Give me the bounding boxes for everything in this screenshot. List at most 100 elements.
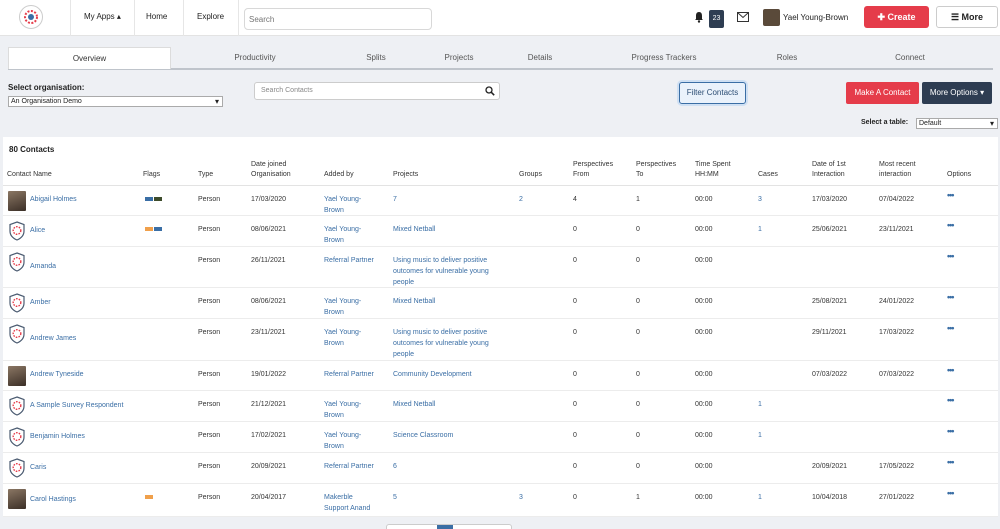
cases-link[interactable]: 1 bbox=[758, 399, 762, 410]
projects-link[interactable]: Mixed Netball bbox=[393, 224, 435, 235]
table-row[interactable]: Andrew James Person 23/11/2021 Yael Young- … bbox=[3, 319, 998, 361]
pagination-current-page[interactable] bbox=[437, 525, 453, 529]
added-by-link[interactable]: Referral Partner bbox=[324, 369, 374, 380]
projects-link[interactable]: Using music to deliver positive outcomes… bbox=[393, 255, 489, 288]
header-recent-interaction[interactable]: Most recent interaction bbox=[879, 160, 916, 180]
bell-icon[interactable] bbox=[694, 11, 704, 23]
table-row[interactable]: Amanda Person 26/11/2021 Referral Partner Us… bbox=[3, 247, 998, 288]
added-by-link[interactable]: Yael Young- Brown bbox=[324, 194, 361, 216]
tab-details[interactable]: Details bbox=[510, 47, 570, 69]
added-by-link[interactable]: Yael Young- Brown bbox=[324, 296, 361, 318]
table-row[interactable]: A Sample Survey Respondent Person 21/12/20… bbox=[3, 391, 998, 422]
added-by-link[interactable]: Makerble Support Anand bbox=[324, 492, 370, 514]
pagination[interactable] bbox=[386, 524, 512, 529]
user-name[interactable]: Yael Young-Brown bbox=[783, 13, 848, 22]
row-options-icon[interactable]: ••• bbox=[947, 365, 955, 375]
header-first-interaction[interactable]: Date of 1st Interaction bbox=[812, 160, 846, 180]
groups-link[interactable]: 3 bbox=[519, 492, 523, 503]
row-options-icon[interactable]: ••• bbox=[947, 395, 955, 405]
notification-count-badge[interactable]: 23 bbox=[709, 10, 724, 28]
added-by-link[interactable]: Yael Young- Brown bbox=[324, 399, 361, 421]
tab-projects[interactable]: Projects bbox=[429, 47, 489, 69]
cases-link[interactable]: 1 bbox=[758, 224, 762, 235]
contact-name-link[interactable]: Benjamin Holmes bbox=[30, 433, 85, 440]
more-button[interactable]: ☰ More bbox=[936, 6, 998, 28]
header-added-by[interactable]: Added by bbox=[324, 170, 354, 180]
projects-link[interactable]: Mixed Netball bbox=[393, 399, 435, 410]
row-options-icon[interactable]: ••• bbox=[947, 220, 955, 230]
contact-name-link[interactable]: Caris bbox=[30, 464, 46, 471]
my-apps-menu[interactable]: My Apps ▴ bbox=[84, 12, 121, 21]
projects-link[interactable]: 5 bbox=[393, 492, 397, 503]
nav-home[interactable]: Home bbox=[146, 12, 167, 21]
tab-roles[interactable]: Roles bbox=[757, 47, 817, 69]
flag-icon[interactable] bbox=[145, 495, 153, 500]
projects-link[interactable]: Science Classroom bbox=[393, 430, 453, 441]
header-perspectives-from[interactable]: Perspectives From bbox=[573, 160, 613, 180]
contact-name-link[interactable]: Andrew Tyneside bbox=[30, 371, 84, 378]
contact-name-link[interactable]: Carol Hastings bbox=[30, 496, 76, 503]
table-row[interactable]: Andrew Tyneside Person 19/01/2022 Referral … bbox=[3, 361, 998, 391]
mail-icon[interactable] bbox=[737, 12, 749, 22]
more-options-button[interactable]: More Options ▾ bbox=[922, 82, 992, 104]
filter-contacts-button[interactable]: Filter Contacts bbox=[679, 82, 746, 104]
row-options-icon[interactable]: ••• bbox=[947, 457, 955, 467]
header-type[interactable]: Type bbox=[198, 170, 213, 180]
tab-overview[interactable]: Overview bbox=[8, 47, 171, 69]
contact-name-link[interactable]: Andrew James bbox=[30, 335, 76, 342]
organisation-select[interactable]: An Organisation Demo bbox=[8, 96, 223, 107]
tab-productivity[interactable]: Productivity bbox=[205, 47, 305, 69]
table-row[interactable]: Benjamin Holmes Person 17/02/2021 Yael Youn… bbox=[3, 422, 998, 453]
added-by-link[interactable]: Referral Partner bbox=[324, 461, 374, 472]
row-options-icon[interactable]: ••• bbox=[947, 426, 955, 436]
projects-link[interactable]: 7 bbox=[393, 194, 397, 205]
projects-link[interactable]: Mixed Netball bbox=[393, 296, 435, 307]
global-search-input[interactable] bbox=[244, 8, 432, 30]
header-groups[interactable]: Groups bbox=[519, 170, 542, 180]
added-by-link[interactable]: Yael Young- Brown bbox=[324, 430, 361, 452]
create-button[interactable]: ✚ Create bbox=[864, 6, 929, 28]
header-projects[interactable]: Projects bbox=[393, 170, 418, 180]
header-time-spent[interactable]: Time Spent HH:MM bbox=[695, 160, 731, 180]
flag-icon[interactable] bbox=[145, 227, 153, 232]
projects-link[interactable]: Using music to deliver positive outcomes… bbox=[393, 327, 489, 360]
app-logo[interactable] bbox=[19, 5, 43, 29]
contact-name-link[interactable]: Abigail Holmes bbox=[30, 196, 77, 203]
flag-icon[interactable] bbox=[154, 197, 162, 202]
cases-link[interactable]: 1 bbox=[758, 430, 762, 441]
table-row[interactable]: Alice Person 08/06/2021 Yael Young- Brown Mi… bbox=[3, 216, 998, 247]
cases-link[interactable]: 1 bbox=[758, 492, 762, 503]
tab-splits[interactable]: Splits bbox=[346, 47, 406, 69]
contact-name-link[interactable]: Alice bbox=[30, 227, 45, 234]
projects-link[interactable]: 6 bbox=[393, 461, 397, 472]
contact-search-input[interactable]: Search Contacts bbox=[254, 82, 500, 100]
flag-icon[interactable] bbox=[145, 197, 153, 202]
row-options-icon[interactable]: ••• bbox=[947, 190, 955, 200]
row-options-icon[interactable]: ••• bbox=[947, 251, 955, 261]
header-contact-name[interactable]: Contact Name bbox=[7, 170, 52, 180]
contact-name-link[interactable]: Amber bbox=[30, 299, 51, 306]
table-row[interactable]: Abigail Holmes Person 17/03/2020 Yael Young… bbox=[3, 186, 998, 216]
row-options-icon[interactable]: ••• bbox=[947, 323, 955, 333]
row-options-icon[interactable]: ••• bbox=[947, 292, 955, 302]
make-contact-button[interactable]: Make A Contact bbox=[846, 82, 919, 104]
nav-explore[interactable]: Explore bbox=[197, 12, 224, 21]
flag-icon[interactable] bbox=[154, 227, 162, 232]
table-row[interactable]: Caris Person 20/09/2021 Referral Partner 6 0 0… bbox=[3, 453, 998, 484]
groups-link[interactable]: 2 bbox=[519, 194, 523, 205]
cases-link[interactable]: 3 bbox=[758, 194, 762, 205]
contact-name-link[interactable]: Amanda bbox=[30, 263, 56, 270]
projects-link[interactable]: Community Development bbox=[393, 369, 472, 380]
header-flags[interactable]: Flags bbox=[143, 170, 160, 180]
contact-name-link[interactable]: A Sample Survey Respondent bbox=[30, 402, 123, 409]
user-avatar[interactable] bbox=[763, 9, 780, 26]
tab-connect[interactable]: Connect bbox=[880, 47, 940, 69]
table-select[interactable]: Default bbox=[916, 118, 998, 129]
row-options-icon[interactable]: ••• bbox=[947, 488, 955, 498]
header-date-joined[interactable]: Date joined Organisation bbox=[251, 160, 291, 180]
header-perspectives-to[interactable]: Perspectives To bbox=[636, 160, 676, 180]
added-by-link[interactable]: Referral Partner bbox=[324, 255, 374, 266]
added-by-link[interactable]: Yael Young- Brown bbox=[324, 224, 361, 246]
table-row[interactable]: Amber Person 08/06/2021 Yael Young- Brown Mi… bbox=[3, 288, 998, 319]
search-icon[interactable] bbox=[485, 86, 495, 96]
